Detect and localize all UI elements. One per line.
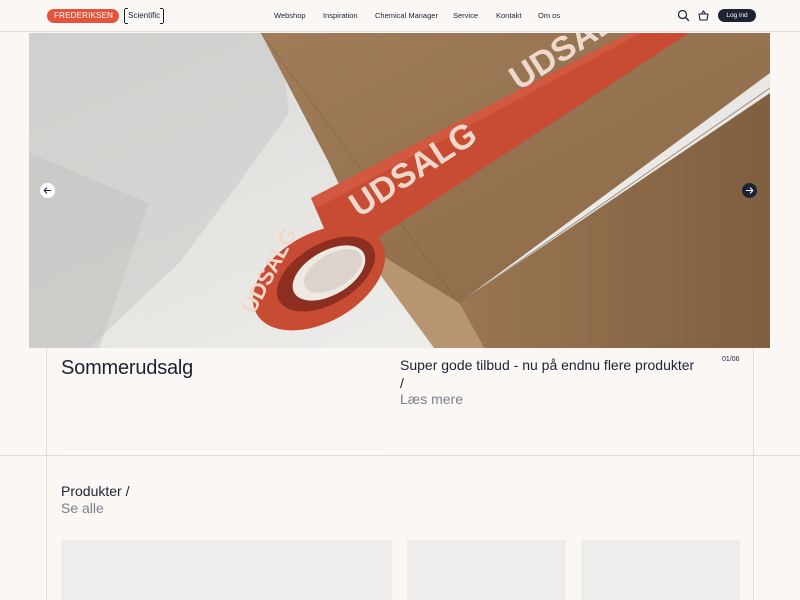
hero-banner[interactable]: UDSALG UDSALG UDSALG: [29, 33, 770, 348]
see-all-link[interactable]: Se alle: [61, 500, 104, 516]
logo[interactable]: FREDERIKSEN Scientific: [47, 7, 165, 24]
product-card[interactable]: [407, 540, 566, 600]
slide-title: Sommerudsalg: [61, 357, 194, 379]
site-header: FREDERIKSEN Scientific Webshop Inspirati…: [0, 0, 800, 32]
arrow-right-icon: [746, 187, 754, 194]
nav-om-os[interactable]: Om os: [538, 11, 560, 20]
search-icon[interactable]: [677, 9, 690, 22]
nav-webshop[interactable]: Webshop: [274, 11, 306, 20]
product-card[interactable]: [61, 540, 392, 600]
read-more-link[interactable]: Læs mere: [400, 391, 463, 407]
basket-icon[interactable]: [697, 9, 710, 22]
carousel-next-button[interactable]: [742, 183, 757, 198]
nav-kontakt[interactable]: Kontakt: [496, 11, 521, 20]
nav-service[interactable]: Service: [453, 11, 478, 20]
carousel-prev-button[interactable]: [40, 183, 55, 198]
arrow-left-icon: [43, 187, 51, 194]
slide-subtitle: Super gode tilbud - nu på endnu flere pr…: [400, 357, 695, 391]
slide-counter: 01/06: [722, 356, 740, 363]
hero-image: UDSALG UDSALG UDSALG: [29, 33, 770, 348]
products-title: Produkter /: [61, 483, 130, 499]
caption-placeholder: [61, 385, 391, 450]
product-card[interactable]: [581, 540, 740, 600]
nav-inspiration[interactable]: Inspiration: [323, 11, 358, 20]
nav-chemical-manager[interactable]: Chemical Manager: [375, 11, 438, 20]
login-button[interactable]: Log ind: [718, 9, 756, 22]
logo-sub: Scientific: [124, 7, 165, 24]
logo-brand: FREDERIKSEN: [47, 8, 120, 23]
section-divider: [0, 455, 800, 456]
